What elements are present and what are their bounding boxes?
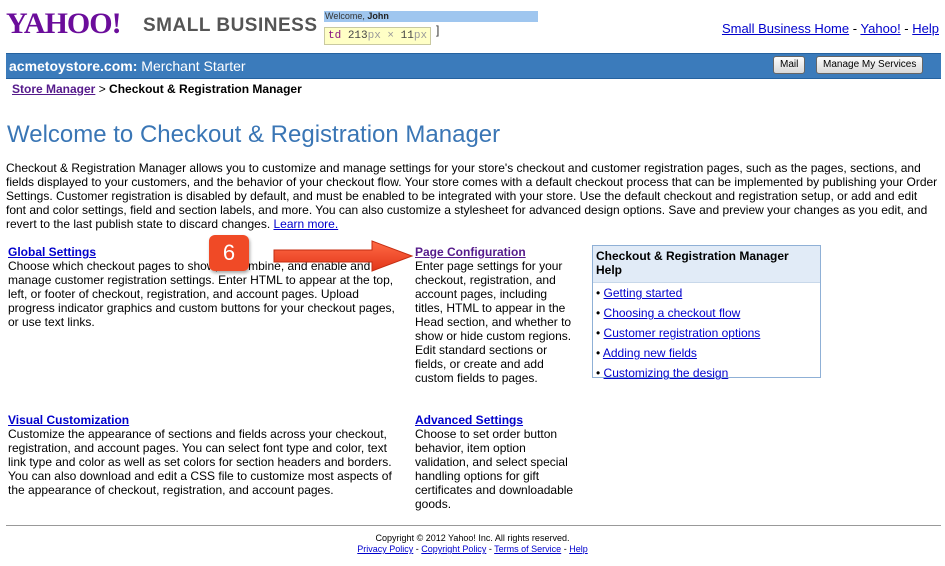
learn-more-link[interactable]: Learn more. <box>273 217 338 231</box>
store-bar: acmetoystore.com: Merchant Starter Mail … <box>6 53 941 79</box>
help-adding-fields-link[interactable]: Adding new fields <box>603 346 697 360</box>
terms-of-service-link[interactable]: Terms of Service <box>494 544 561 554</box>
breadcrumb: Store Manager > Checkout & Registration … <box>12 82 302 96</box>
help-list-item: • Getting started <box>596 286 820 306</box>
store-plan: Merchant Starter <box>137 58 246 74</box>
help-list: • Getting started • Choosing a checkout … <box>593 283 820 386</box>
welcome-user-name: John <box>367 11 389 21</box>
help-bullet: • <box>596 346 603 360</box>
advanced-settings-description: Choose to set order button behavior, ite… <box>415 427 574 511</box>
page-configuration-link[interactable]: Page Configuration <box>415 245 575 259</box>
footer: Copyright © 2012 Yahoo! Inc. All rights … <box>0 533 945 555</box>
page-header: YAHOO! SMALL BUSINESS Welcome, John ] td… <box>0 0 945 50</box>
page-configuration-section: Page Configuration Enter page settings f… <box>415 245 575 385</box>
breadcrumb-current: Checkout & Registration Manager <box>109 82 302 96</box>
help-bullet: • <box>596 286 604 300</box>
help-registration-options-link[interactable]: Customer registration options <box>604 326 761 340</box>
store-domain: acmetoystore.com: <box>9 58 138 74</box>
page-configuration-description: Enter page settings for your checkout, r… <box>415 259 572 385</box>
top-link-separator: - <box>849 21 861 36</box>
footer-links: Privacy Policy - Copyright Policy - Term… <box>0 544 945 555</box>
help-customizing-design-link[interactable]: Customizing the design <box>604 366 729 380</box>
help-link[interactable]: Help <box>912 21 939 36</box>
help-getting-started-link[interactable]: Getting started <box>604 286 683 300</box>
annotation-arrow-icon <box>273 240 414 272</box>
footer-separator: - <box>486 544 495 554</box>
footer-help-link[interactable]: Help <box>569 544 588 554</box>
inspector-unit-h: px <box>413 30 428 42</box>
help-bullet: • <box>596 366 604 380</box>
advanced-settings-link[interactable]: Advanced Settings <box>415 413 580 427</box>
visual-customization-link[interactable]: Visual Customization <box>8 413 403 427</box>
help-box-title: Checkout & Registration Manager Help <box>593 246 820 283</box>
inspector-times: × <box>380 30 401 42</box>
welcome-message: Welcome, John <box>324 11 538 22</box>
help-bullet: • <box>596 306 604 320</box>
footer-divider <box>6 525 941 526</box>
privacy-policy-link[interactable]: Privacy Policy <box>357 544 413 554</box>
top-link-separator: - <box>900 21 913 36</box>
page-title: Welcome to Checkout & Registration Manag… <box>7 121 501 148</box>
small-business-logo-text: SMALL BUSINESS <box>143 15 318 36</box>
inspector-tooltip: td 213px × 11px <box>324 27 432 45</box>
inspector-unit-w: px <box>367 30 381 42</box>
breadcrumb-separator: > <box>95 82 110 96</box>
welcome-prefix: Welcome, <box>325 11 368 21</box>
help-list-item: • Adding new fields <box>596 346 820 366</box>
advanced-settings-section: Advanced Settings Choose to set order bu… <box>415 413 580 511</box>
help-checkout-flow-link[interactable]: Choosing a checkout flow <box>604 306 741 320</box>
inspector-height: 11 <box>400 30 414 42</box>
store-name: acmetoystore.com: Merchant Starter <box>9 57 246 75</box>
intro-text: Checkout & Registration Manager allows y… <box>6 161 938 231</box>
bracket-glyph: ] <box>436 23 440 37</box>
yahoo-logo[interactable]: YAHOO! <box>6 9 122 39</box>
help-list-item: • Choosing a checkout flow <box>596 306 820 326</box>
top-links: Small Business Home - Yahoo! - Help <box>722 21 939 36</box>
help-bullet: • <box>596 326 604 340</box>
footer-separator: - <box>561 544 570 554</box>
help-list-item: • Customizing the design <box>596 366 820 386</box>
visual-customization-description: Customize the appearance of sections and… <box>8 427 392 497</box>
inspector-width: 213 <box>347 30 368 42</box>
help-list-item: • Customer registration options <box>596 326 820 346</box>
yahoo-link[interactable]: Yahoo! <box>860 21 900 36</box>
mail-button[interactable]: Mail <box>773 56 806 74</box>
help-box: Checkout & Registration Manager Help • G… <box>592 245 821 380</box>
small-business-home-link[interactable]: Small Business Home <box>722 21 849 36</box>
step-number-badge: 6 <box>209 235 249 271</box>
visual-customization-section: Visual Customization Customize the appea… <box>8 413 403 497</box>
breadcrumb-store-manager[interactable]: Store Manager <box>12 82 95 96</box>
intro-paragraph: Checkout & Registration Manager allows y… <box>6 161 938 231</box>
inspector-tag: td <box>328 30 342 42</box>
copyright-policy-link[interactable]: Copyright Policy <box>421 544 486 554</box>
copyright-text: Copyright © 2012 Yahoo! Inc. All rights … <box>375 533 570 543</box>
manage-my-services-button[interactable]: Manage My Services <box>816 56 924 74</box>
